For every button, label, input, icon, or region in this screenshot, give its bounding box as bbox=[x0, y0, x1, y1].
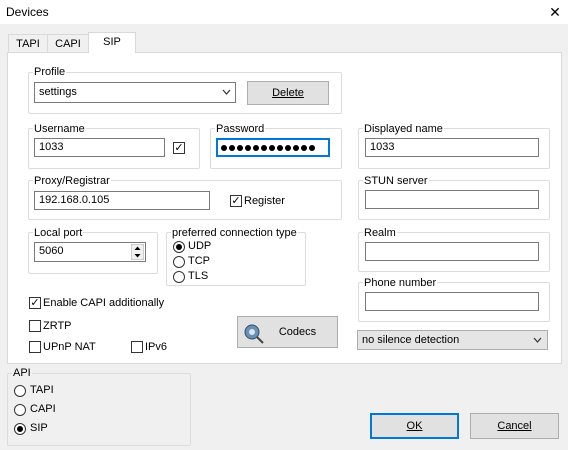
tls-radio[interactable] bbox=[173, 271, 185, 283]
password-mask-dot bbox=[245, 145, 251, 152]
username-input[interactable]: 1033 bbox=[34, 138, 165, 157]
codecs-label: Codecs bbox=[278, 326, 317, 338]
username-checkbox[interactable]: ✓ bbox=[173, 142, 185, 154]
password-mask-dot bbox=[285, 145, 291, 152]
enable-capi-label: Enable CAPI additionally bbox=[43, 297, 165, 309]
ipv6-label: IPv6 bbox=[145, 341, 168, 353]
password-mask-dot bbox=[237, 145, 243, 152]
local-port-value: 5060 bbox=[39, 245, 64, 257]
api-capi-label: CAPI bbox=[30, 403, 56, 415]
api-sip-radio[interactable] bbox=[14, 423, 26, 435]
silence-detection-select[interactable]: no silence detection bbox=[357, 330, 548, 350]
profile-select[interactable]: settings bbox=[34, 82, 236, 103]
api-tapi-radio[interactable] bbox=[14, 385, 26, 397]
tcp-radio[interactable] bbox=[173, 256, 185, 268]
title-bar bbox=[0, 0, 568, 24]
api-tapi-label: TAPI bbox=[30, 384, 54, 396]
phone-number-label: Phone number bbox=[363, 277, 438, 289]
codecs-button[interactable]: Codecs bbox=[237, 316, 338, 348]
username-label: Username bbox=[33, 123, 86, 135]
enable-capi-checkbox[interactable]: ✓ bbox=[29, 297, 41, 309]
close-icon[interactable]: ✕ bbox=[546, 3, 564, 21]
tab-capi[interactable]: CAPI bbox=[47, 34, 89, 53]
realm-input[interactable] bbox=[365, 242, 539, 261]
profile-label: Profile bbox=[33, 66, 67, 78]
api-sip-label: SIP bbox=[30, 422, 48, 434]
password-mask-dot bbox=[221, 145, 227, 152]
register-label: Register bbox=[244, 195, 285, 207]
password-label: Password bbox=[215, 123, 266, 135]
zrtp-checkbox[interactable] bbox=[29, 320, 41, 332]
displayed-name-label: Displayed name bbox=[363, 123, 444, 135]
chevron-down-icon bbox=[533, 331, 542, 355]
tcp-label: TCP bbox=[188, 255, 210, 267]
ok-button[interactable]: OK bbox=[370, 413, 459, 439]
local-port-label: Local port bbox=[33, 227, 84, 239]
spinner-arrows-icon[interactable] bbox=[130, 243, 145, 261]
password-mask-dot bbox=[269, 145, 275, 152]
displayed-name-input[interactable]: 1033 bbox=[365, 138, 539, 157]
udp-radio[interactable] bbox=[173, 241, 185, 253]
zrtp-label: ZRTP bbox=[43, 320, 72, 332]
password-mask-dot bbox=[261, 145, 267, 152]
window-title: Devices bbox=[6, 5, 49, 19]
upnp-checkbox[interactable] bbox=[29, 341, 41, 353]
proxy-input[interactable]: 192.168.0.105 bbox=[34, 191, 210, 210]
password-input[interactable] bbox=[216, 138, 330, 157]
realm-label: Realm bbox=[363, 227, 397, 239]
api-capi-radio[interactable] bbox=[14, 404, 26, 416]
proxy-label: Proxy/Registrar bbox=[33, 175, 111, 187]
phone-number-input[interactable] bbox=[365, 292, 539, 311]
connection-type-group bbox=[166, 232, 306, 286]
password-mask bbox=[221, 142, 317, 154]
api-label: API bbox=[12, 367, 32, 379]
silence-detection-value: no silence detection bbox=[362, 334, 460, 346]
cancel-button[interactable]: Cancel bbox=[470, 413, 559, 439]
ipv6-checkbox[interactable] bbox=[131, 341, 143, 353]
upnp-label: UPnP NAT bbox=[43, 341, 96, 353]
tab-sip[interactable]: SIP bbox=[88, 32, 136, 53]
delete-button[interactable]: Delete bbox=[247, 81, 329, 105]
password-mask-dot bbox=[229, 145, 235, 152]
tab-tapi[interactable]: TAPI bbox=[8, 34, 48, 53]
password-mask-dot bbox=[301, 145, 307, 152]
connection-type-label: preferred connection type bbox=[171, 227, 298, 239]
stun-input[interactable] bbox=[365, 190, 539, 209]
password-mask-dot bbox=[309, 145, 315, 152]
stun-label: STUN server bbox=[363, 175, 429, 187]
register-checkbox[interactable]: ✓ bbox=[230, 195, 242, 207]
password-mask-dot bbox=[277, 145, 283, 152]
tls-label: TLS bbox=[188, 270, 209, 282]
codec-gear-icon bbox=[242, 321, 266, 345]
local-port-input[interactable]: 5060 bbox=[34, 242, 146, 262]
password-mask-dot bbox=[293, 145, 299, 152]
password-mask-dot bbox=[253, 145, 259, 152]
udp-label: UDP bbox=[188, 240, 212, 252]
profile-value: settings bbox=[39, 86, 77, 98]
chevron-down-icon bbox=[222, 83, 231, 109]
